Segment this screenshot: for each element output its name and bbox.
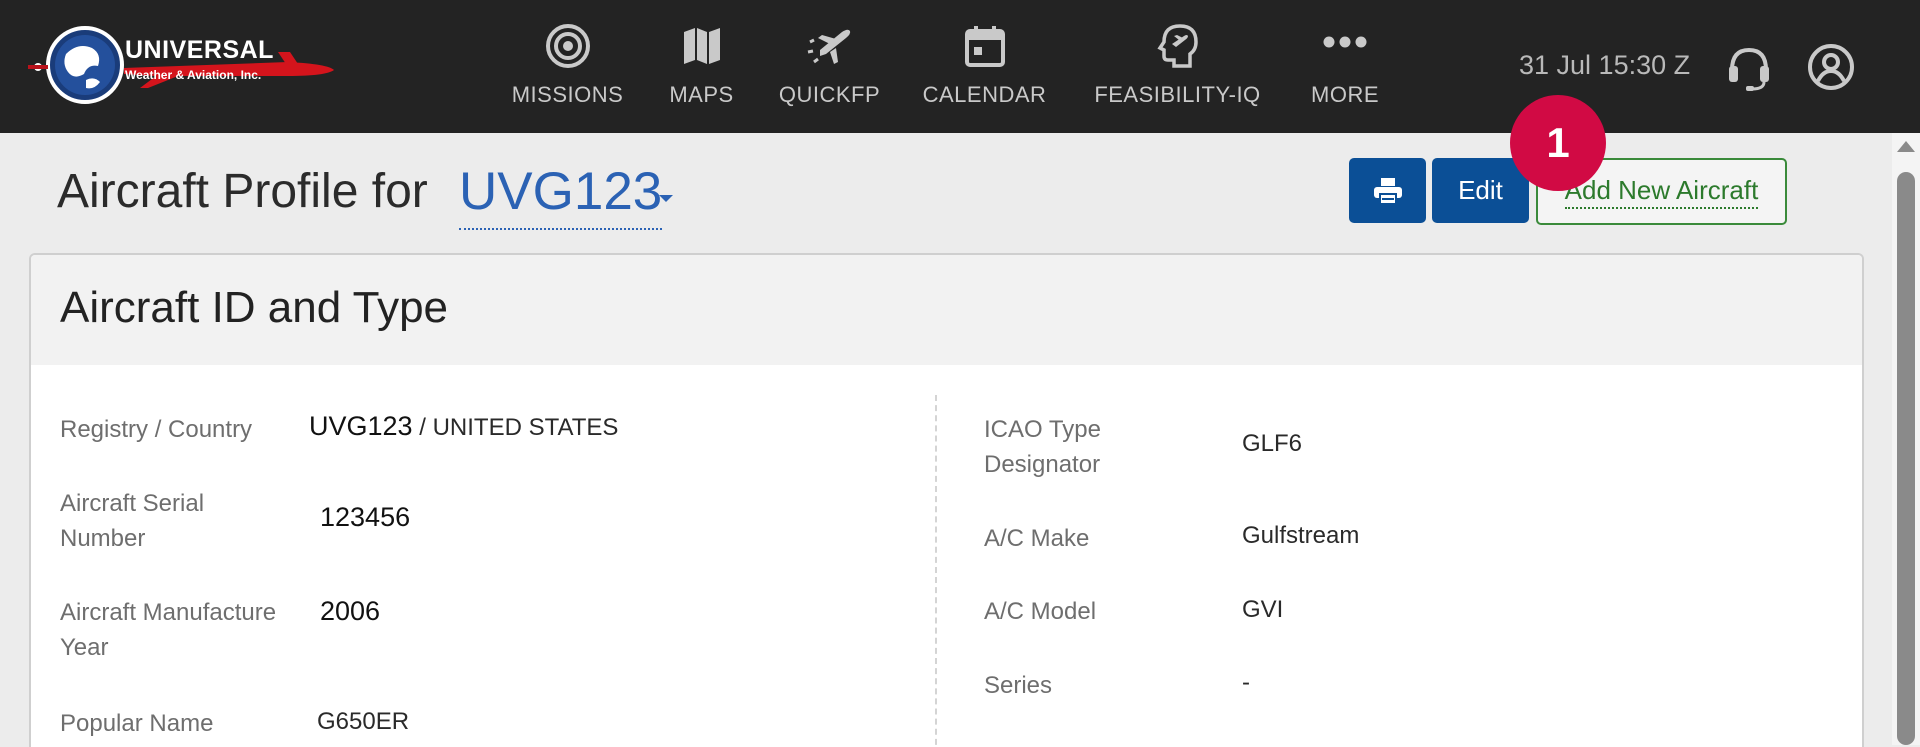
- series-label: Series: [984, 672, 1053, 699]
- icao-type-value: GLF6: [1242, 430, 1303, 457]
- registry-value: UVG123: [309, 411, 413, 441]
- nav-missions-label: MISSIONS: [511, 82, 624, 107]
- tail-dropdown-caret-icon[interactable]: [659, 195, 673, 202]
- popular-name-value: G650ER: [317, 708, 410, 735]
- user-circle-icon[interactable]: [1806, 42, 1856, 92]
- nav-calendar-label: CALENDAR: [922, 82, 1047, 107]
- ac-make-label: A/C Make: [984, 525, 1090, 552]
- page-title: Aircraft Profile for: [57, 165, 428, 218]
- plane-departure-icon: [807, 29, 850, 64]
- headset-icon[interactable]: [1724, 42, 1774, 92]
- more-dots-icon: [1323, 36, 1367, 48]
- registry-country-value: UVG123 / UNITED STATES: [309, 411, 618, 442]
- registry-country-label: Registry / Country: [60, 416, 253, 443]
- logo-subtitle-text: Weather & Aviation, Inc.: [125, 68, 262, 82]
- nav-calendar[interactable]: CALENDAR: [922, 22, 1047, 112]
- manufacture-year-label: Aircraft Manufacture Year: [60, 599, 277, 661]
- ac-make-value: Gulfstream: [1242, 522, 1360, 549]
- nav-feasibility-iq-label: FEASIBILITY-IQ: [1094, 82, 1261, 107]
- universal-logo[interactable]: UNIVERSAL Weather & Aviation, Inc.: [28, 24, 348, 106]
- manufacture-year-value: 2006: [320, 596, 381, 626]
- tail-number-selector[interactable]: UVG123: [459, 158, 663, 230]
- ac-model-value: GVI: [1242, 596, 1284, 623]
- top-navigation-bar: UNIVERSAL Weather & Aviation, Inc. MISSI…: [0, 0, 1920, 133]
- target-icon: [545, 24, 590, 68]
- panel-title: Aircraft ID and Type: [60, 283, 449, 332]
- edit-button[interactable]: Edit: [1432, 158, 1529, 223]
- print-button[interactable]: [1349, 158, 1426, 223]
- add-new-aircraft-label: Add New Aircraft: [1564, 175, 1759, 209]
- calendar-icon: [964, 26, 1005, 67]
- series-value: -: [1242, 669, 1250, 696]
- ac-model-label: A/C Model: [984, 598, 1097, 625]
- nav-more-label: MORE: [1311, 82, 1379, 107]
- nav-feasibility-iq[interactable]: FEASIBILITY-IQ: [1090, 22, 1265, 112]
- aircraft-id-type-panel: Aircraft ID and Type Registry / Country …: [29, 253, 1864, 747]
- panel-header: Aircraft ID and Type: [31, 255, 1862, 365]
- nav-maps-label: MAPS: [669, 82, 734, 107]
- registry-separator: /: [419, 414, 426, 441]
- scroll-up-arrow-icon[interactable]: [1897, 141, 1915, 152]
- country-value: UNITED STATES: [432, 414, 619, 441]
- nav-more[interactable]: MORE: [1305, 22, 1385, 112]
- printer-icon: [1373, 177, 1402, 205]
- map-icon: [683, 28, 720, 64]
- popular-name-label: Popular Name: [60, 710, 214, 737]
- nav-quickfp[interactable]: QUICKFP: [777, 22, 882, 112]
- icao-type-label: ICAO Type Designator: [984, 416, 1101, 478]
- column-divider: [935, 395, 937, 747]
- utc-time-display: 31 Jul 15:30 Z: [1519, 50, 1691, 80]
- step-number-badge: 1: [1510, 95, 1606, 191]
- nav-maps[interactable]: MAPS: [664, 22, 739, 112]
- nav-missions[interactable]: MISSIONS: [510, 22, 625, 112]
- nav-quickfp-label: QUICKFP: [778, 82, 881, 107]
- tail-number-value: UVG123: [459, 162, 663, 221]
- scrollbar-thumb[interactable]: [1897, 172, 1915, 745]
- serial-number-value: 123456: [320, 502, 411, 532]
- head-plane-icon: [1156, 24, 1198, 68]
- logo-brand-text: UNIVERSAL: [125, 36, 274, 64]
- serial-number-label: Aircraft Serial Number: [60, 490, 205, 552]
